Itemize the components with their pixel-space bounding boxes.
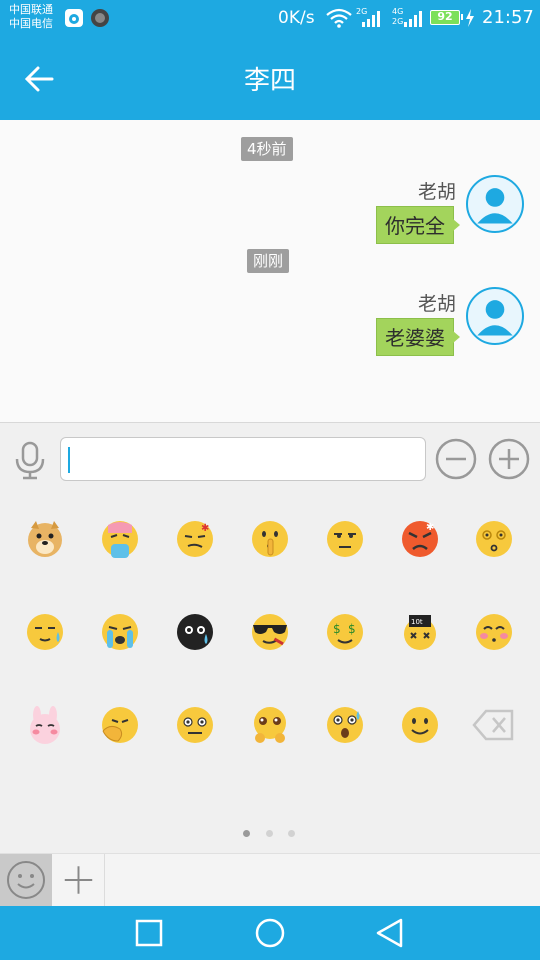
facepalm-emoji[interactable] [100, 705, 140, 745]
network-speed: 0K/s [278, 8, 315, 28]
system-nav-bar [0, 906, 540, 960]
carrier-info: 中国联通 中国电信 [9, 3, 53, 31]
microphone-icon[interactable] [10, 437, 50, 481]
carrier-1: 中国联通 [9, 3, 53, 16]
game-app-icon [91, 9, 109, 27]
chat-title: 李四 [243, 66, 296, 96]
svg-text:2G: 2G [392, 17, 403, 26]
rabbit-emoji[interactable] [25, 705, 65, 745]
status-bar: 中国联通 中国电信 0K/s 2G 4G 2G 92 21:57 [0, 0, 540, 36]
sender-name: 老胡 [417, 293, 456, 315]
message-list[interactable]: 4秒前 老胡 你完全 刚刚 老胡 老婆婆 [0, 120, 540, 422]
svg-text:$: $ [348, 622, 356, 636]
message-timestamp: 刚刚 [247, 249, 290, 273]
minus-circle-icon[interactable] [434, 437, 478, 481]
vomit-emoji[interactable] [100, 519, 140, 559]
doge-emoji[interactable] [25, 519, 65, 559]
cool-sunglasses-emoji[interactable] [250, 612, 290, 652]
svg-text:$: $ [333, 622, 341, 636]
clock: 21:57 [482, 7, 534, 28]
plus-circle-icon[interactable] [487, 437, 531, 481]
page-dot[interactable] [288, 830, 295, 837]
smug-emoji[interactable] [325, 519, 365, 559]
svg-text:2G: 2G [356, 7, 367, 16]
black-sweat-emoji[interactable] [175, 612, 215, 652]
sender-name: 老胡 [417, 181, 456, 203]
avatar[interactable] [466, 287, 524, 345]
shocked-emoji[interactable] [325, 705, 365, 745]
angry-emoji[interactable]: ✱ [400, 519, 440, 559]
page-dot[interactable] [243, 830, 250, 837]
awkward-emoji[interactable] [175, 705, 215, 745]
charging-icon [466, 9, 474, 27]
dizzy-emoji[interactable]: ✱ [175, 519, 215, 559]
message-bubble[interactable]: 你完全 [376, 206, 460, 244]
home-icon[interactable] [253, 916, 287, 950]
text-cursor [68, 447, 70, 473]
recent-apps-icon[interactable] [132, 916, 166, 950]
message-input[interactable] [60, 437, 426, 481]
plus-tab-icon[interactable] [53, 854, 105, 907]
message-timestamp: 4秒前 [241, 137, 293, 161]
backspace-icon[interactable] [472, 705, 516, 745]
confused-emoji[interactable] [474, 519, 514, 559]
svg-text:✱: ✱ [426, 522, 434, 533]
emoji-panel: ✱ ✱ $ $ 10t [0, 496, 540, 853]
money-eyes-emoji[interactable]: $ $ [325, 612, 365, 652]
battery-level: 92 [437, 10, 453, 23]
crying-emoji[interactable] [100, 612, 140, 652]
panel-tabs [0, 853, 540, 907]
svg-text:✱: ✱ [201, 523, 209, 534]
avatar[interactable] [466, 175, 524, 233]
input-bar [0, 422, 540, 497]
shush-emoji[interactable] [250, 519, 290, 559]
svg-text:4G: 4G [392, 7, 403, 16]
carrier-2: 中国电信 [9, 17, 53, 30]
sweat-emoji[interactable] [25, 612, 65, 652]
pleading-emoji[interactable] [250, 705, 290, 745]
smiley-tab-icon[interactable] [0, 854, 52, 907]
page-dot[interactable] [266, 830, 273, 837]
smile-emoji[interactable] [400, 705, 440, 745]
svg-text:10t: 10t [411, 618, 423, 626]
chat-header: 李四 [0, 36, 540, 120]
weibo-app-icon [65, 9, 83, 27]
ko-emoji[interactable]: 10t [400, 612, 440, 652]
battery-icon: 92 [430, 10, 463, 25]
blush-emoji[interactable] [474, 612, 514, 652]
wifi-icon [326, 8, 352, 28]
signal-icon: 2G [356, 7, 380, 27]
back-triangle-icon[interactable] [373, 916, 407, 950]
emoji-page-indicator [240, 830, 300, 838]
signal-icon-2: 4G 2G [392, 7, 422, 27]
message-bubble[interactable]: 老婆婆 [376, 318, 460, 356]
